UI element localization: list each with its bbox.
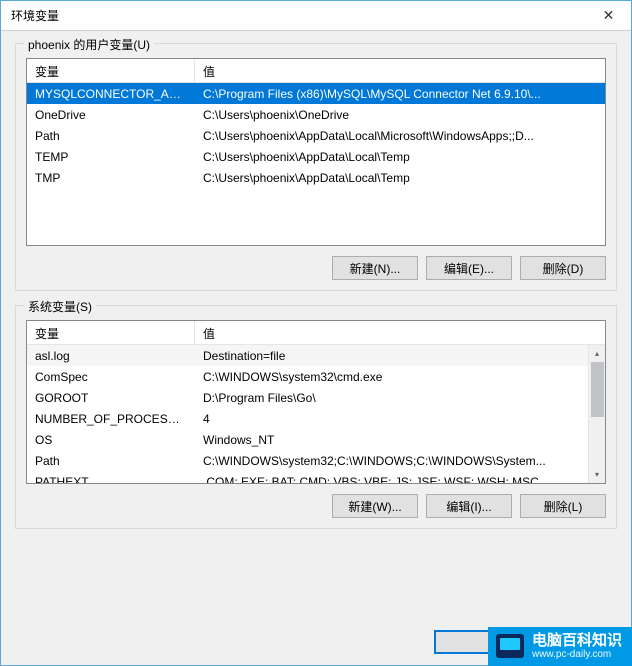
env-vars-dialog: 环境变量 ✕ phoenix 的用户变量(U) 变量 值 MYSQLCONNEC… (0, 0, 632, 666)
close-button[interactable]: ✕ (586, 1, 631, 30)
col-header-variable[interactable]: 变量 (27, 59, 195, 82)
var-name: NUMBER_OF_PROCESSORS (27, 410, 195, 428)
user-button-row: 新建(N)... 编辑(E)... 删除(D) (26, 256, 606, 280)
var-value: C:\WINDOWS\system32;C:\WINDOWS;C:\WINDOW… (195, 452, 605, 470)
table-row[interactable]: GOROOT D:\Program Files\Go\ (27, 387, 605, 408)
list-header: 变量 值 (27, 321, 605, 345)
var-value: C:\Users\phoenix\AppData\Local\Temp (195, 169, 605, 187)
user-edit-button[interactable]: 编辑(E)... (426, 256, 512, 280)
list-header: 变量 值 (27, 59, 605, 83)
table-row[interactable]: asl.log Destination=file (27, 345, 605, 366)
user-new-button[interactable]: 新建(N)... (332, 256, 418, 280)
var-name: MYSQLCONNECTOR_ASS... (27, 85, 195, 103)
var-value: C:\WINDOWS\system32\cmd.exe (195, 368, 605, 386)
content-area: phoenix 的用户变量(U) 变量 值 MYSQLCONNECTOR_ASS… (1, 31, 631, 665)
scroll-down-icon[interactable]: ▾ (589, 466, 605, 483)
watermark: 电脑百科知识 www.pc-daily.com (488, 627, 632, 666)
system-delete-button[interactable]: 删除(L) (520, 494, 606, 518)
var-name: GOROOT (27, 389, 195, 407)
window-title: 环境变量 (11, 7, 59, 24)
var-name: asl.log (27, 347, 195, 365)
system-edit-button[interactable]: 编辑(I)... (426, 494, 512, 518)
scrollbar[interactable]: ▴ ▾ (588, 345, 605, 483)
var-value: .COM;.EXE;.BAT;.CMD;.VBS;.VBE;.JS;.JSE;.… (195, 473, 605, 484)
var-value: C:\Users\phoenix\OneDrive (195, 106, 605, 124)
watermark-text: 电脑百科知识 www.pc-daily.com (532, 633, 622, 661)
list-body: MYSQLCONNECTOR_ASS... C:\Program Files (… (27, 83, 605, 245)
table-row[interactable]: OS Windows_NT (27, 429, 605, 450)
system-vars-group: 系统变量(S) 变量 值 asl.log Destination=file Co… (15, 305, 617, 529)
table-row[interactable]: TEMP C:\Users\phoenix\AppData\Local\Temp (27, 146, 605, 167)
var-name: PATHEXT (27, 473, 195, 484)
close-icon: ✕ (603, 7, 615, 24)
system-vars-list[interactable]: 变量 值 asl.log Destination=file ComSpec C:… (26, 320, 606, 484)
watermark-monitor-icon (496, 634, 524, 658)
var-value: Destination=file (195, 347, 605, 365)
var-name: Path (27, 452, 195, 470)
table-row[interactable]: ComSpec C:\WINDOWS\system32\cmd.exe (27, 366, 605, 387)
system-new-button[interactable]: 新建(W)... (332, 494, 418, 518)
table-row[interactable]: MYSQLCONNECTOR_ASS... C:\Program Files (… (27, 83, 605, 104)
scroll-thumb[interactable] (591, 362, 604, 417)
var-name: OneDrive (27, 106, 195, 124)
var-name: OS (27, 431, 195, 449)
system-button-row: 新建(W)... 编辑(I)... 删除(L) (26, 494, 606, 518)
col-header-value[interactable]: 值 (195, 59, 605, 82)
table-row[interactable]: PATHEXT .COM;.EXE;.BAT;.CMD;.VBS;.VBE;.J… (27, 471, 605, 483)
var-value: C:\Users\phoenix\AppData\Local\Temp (195, 148, 605, 166)
user-vars-group: phoenix 的用户变量(U) 变量 值 MYSQLCONNECTOR_ASS… (15, 43, 617, 291)
var-name: TMP (27, 169, 195, 187)
user-delete-button[interactable]: 删除(D) (520, 256, 606, 280)
var-name: TEMP (27, 148, 195, 166)
var-value: Windows_NT (195, 431, 605, 449)
table-row[interactable]: NUMBER_OF_PROCESSORS 4 (27, 408, 605, 429)
system-vars-label: 系统变量(S) (24, 298, 96, 315)
var-value: D:\Program Files\Go\ (195, 389, 605, 407)
table-row[interactable]: Path C:\WINDOWS\system32;C:\WINDOWS;C:\W… (27, 450, 605, 471)
table-row[interactable]: OneDrive C:\Users\phoenix\OneDrive (27, 104, 605, 125)
table-row[interactable]: Path C:\Users\phoenix\AppData\Local\Micr… (27, 125, 605, 146)
var-value: C:\Program Files (x86)\MySQL\MySQL Conne… (195, 85, 605, 103)
var-name: Path (27, 127, 195, 145)
user-vars-label: phoenix 的用户变量(U) (24, 36, 154, 53)
var-value: C:\Users\phoenix\AppData\Local\Microsoft… (195, 127, 605, 145)
titlebar: 环境变量 ✕ (1, 1, 631, 31)
var-value: 4 (195, 410, 605, 428)
list-body: asl.log Destination=file ComSpec C:\WIND… (27, 345, 605, 483)
var-name: ComSpec (27, 368, 195, 386)
scroll-up-icon[interactable]: ▴ (589, 345, 605, 362)
table-row[interactable]: TMP C:\Users\phoenix\AppData\Local\Temp (27, 167, 605, 188)
user-vars-list[interactable]: 变量 值 MYSQLCONNECTOR_ASS... C:\Program Fi… (26, 58, 606, 246)
col-header-value[interactable]: 值 (195, 321, 605, 344)
watermark-title: 电脑百科知识 (532, 633, 622, 650)
col-header-variable[interactable]: 变量 (27, 321, 195, 344)
watermark-url: www.pc-daily.com (532, 649, 622, 660)
